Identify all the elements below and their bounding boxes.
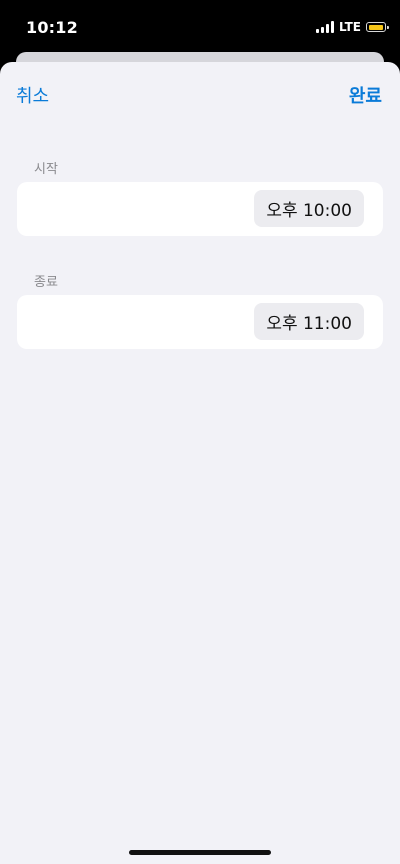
status-indicators: LTE: [315, 20, 389, 34]
network-type: LTE: [338, 20, 361, 34]
start-time-row: 오후 10:00: [17, 182, 383, 236]
start-section-label: 시작: [34, 162, 58, 177]
signal-icon: [315, 21, 334, 33]
status-time: 10:12: [26, 18, 78, 37]
end-time-picker[interactable]: 오후 11:00: [254, 303, 364, 340]
cancel-button[interactable]: 취소: [16, 82, 49, 108]
end-time-row: 오후 11:00: [17, 295, 383, 349]
sheet-nav-bar: 취소 완료: [0, 80, 400, 108]
time-range-sheet: 취소 완료 시작 오후 10:00 종료 오후 11:00: [0, 62, 400, 864]
home-indicator[interactable]: [129, 850, 271, 855]
done-button[interactable]: 완료: [349, 82, 382, 108]
start-time-picker[interactable]: 오후 10:00: [254, 190, 364, 227]
battery-icon: [366, 22, 389, 32]
status-bar: 10:12 LTE: [0, 0, 400, 56]
end-section-label: 종료: [34, 275, 58, 290]
